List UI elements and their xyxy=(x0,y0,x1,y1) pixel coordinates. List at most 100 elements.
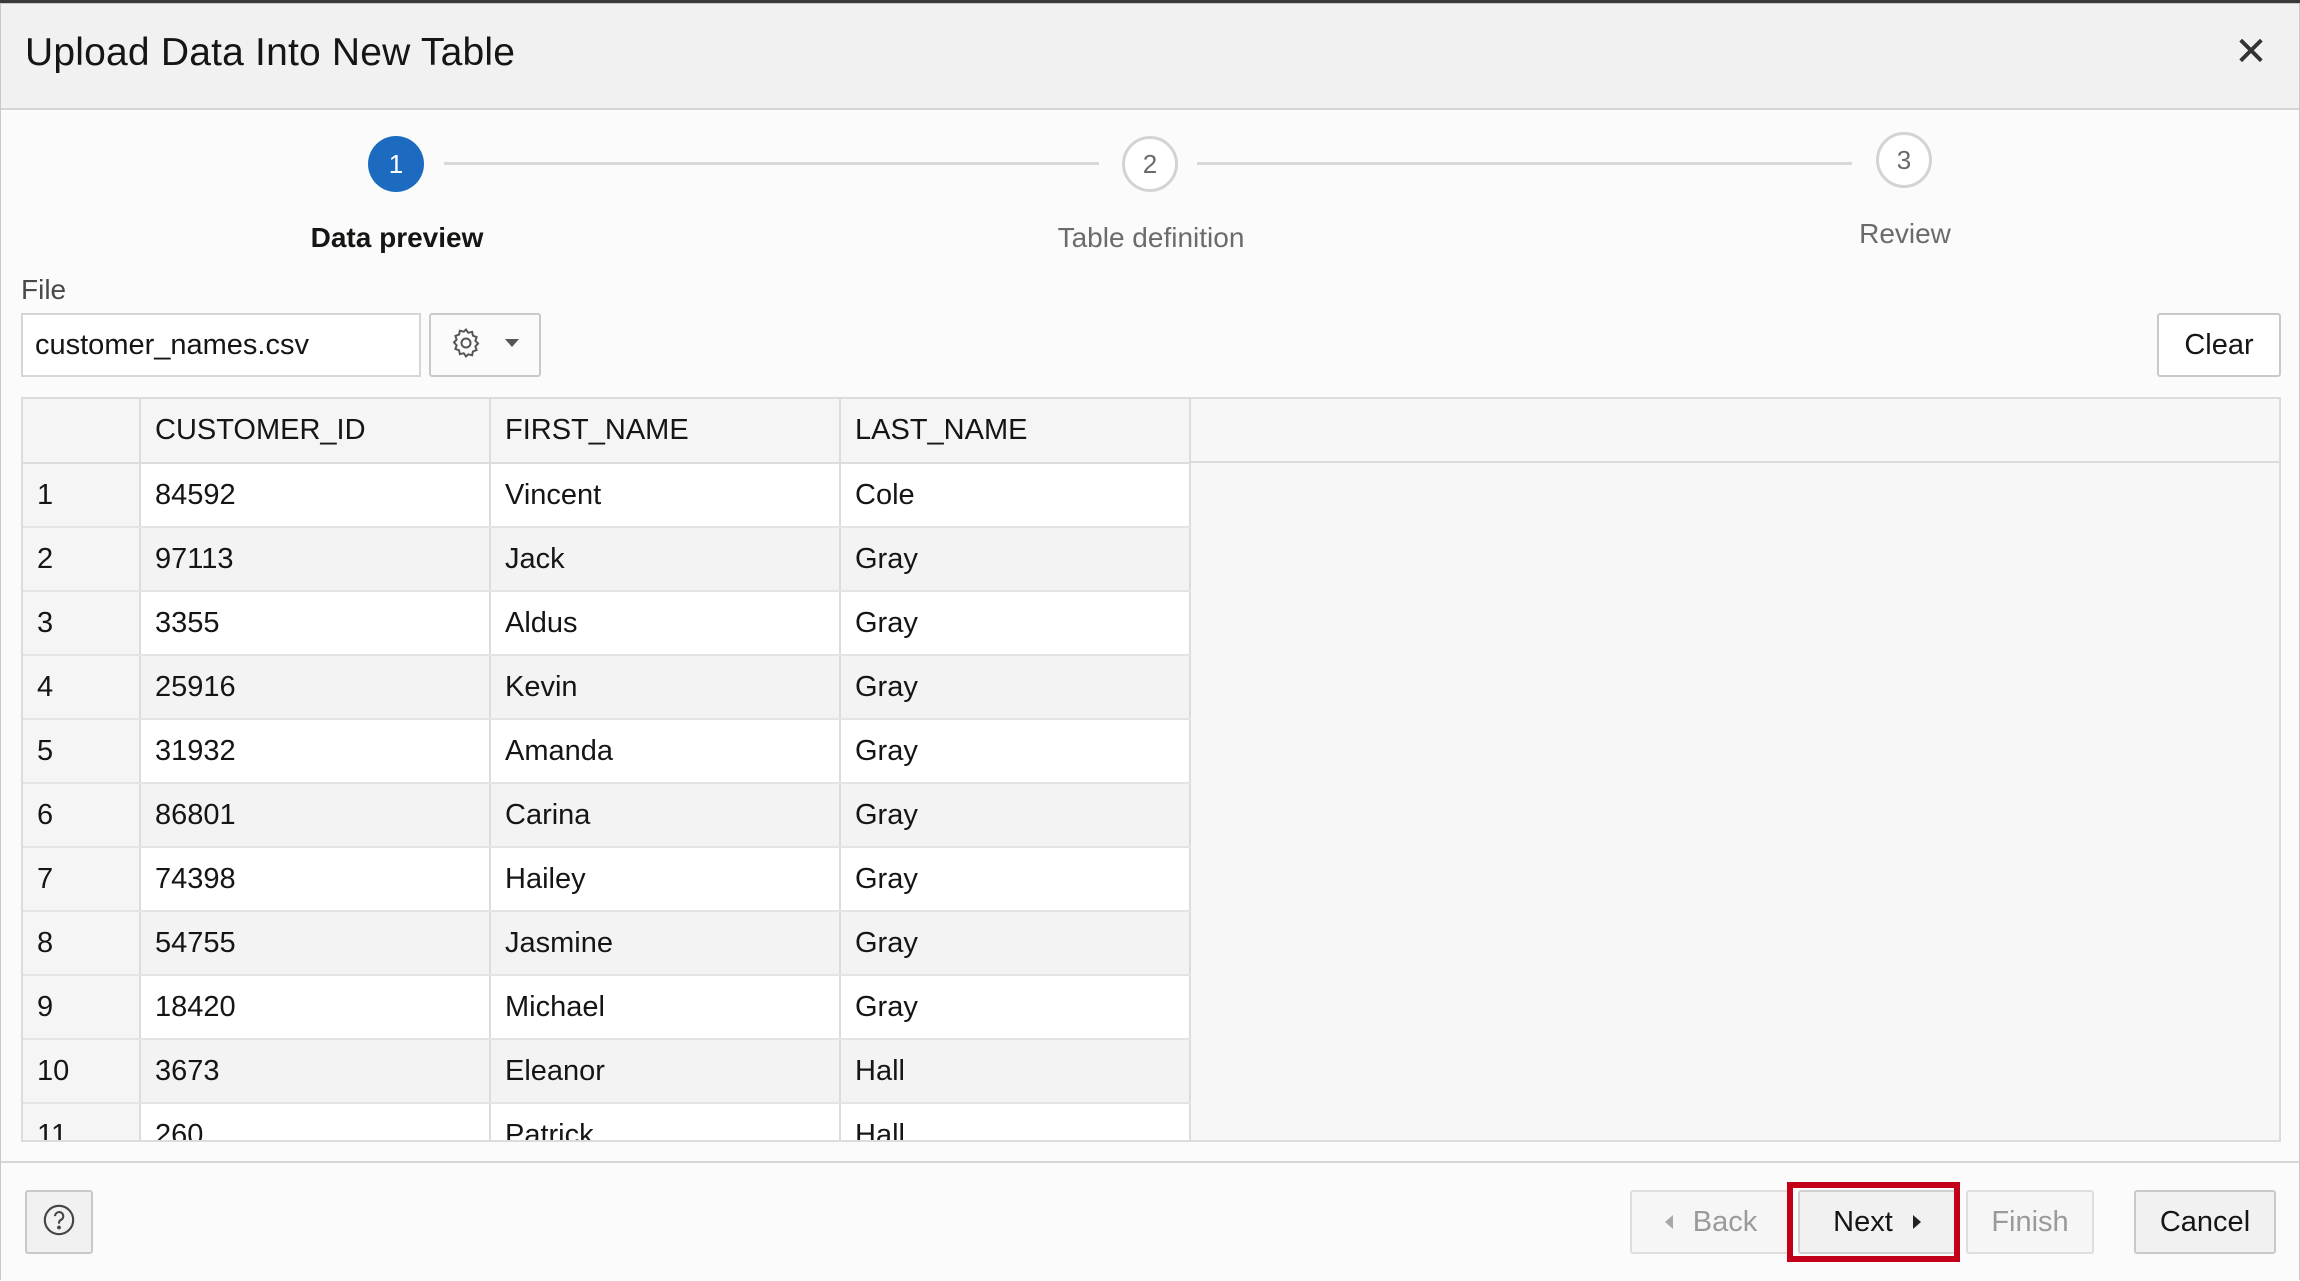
table-row: 4 25916 Kevin Gray xyxy=(23,655,1191,720)
table-cell[interactable]: Cole xyxy=(840,463,1191,528)
row-number-cell: 1 xyxy=(23,463,141,528)
step-2-label[interactable]: Table definition xyxy=(951,222,1351,254)
column-header[interactable]: CUSTOMER_ID xyxy=(140,399,491,464)
row-number-cell: 6 xyxy=(23,783,141,848)
table-cell[interactable]: Vincent xyxy=(490,463,841,528)
train-connector-2 xyxy=(1197,162,1852,165)
table-cell[interactable]: Gray xyxy=(840,591,1191,656)
dialog-header: Upload Data Into New Table ✕ xyxy=(1,4,2299,110)
table-row: 6 86801 Carina Gray xyxy=(23,783,1191,848)
close-icon: ✕ xyxy=(2234,30,2268,74)
data-preview-grid: CUSTOMER_ID FIRST_NAME LAST_NAME 1 84592 Vin… xyxy=(21,397,2281,1142)
table-cell[interactable]: Gray xyxy=(840,783,1191,848)
row-number-cell: 4 xyxy=(23,655,141,720)
table-cell[interactable]: Gray xyxy=(840,719,1191,784)
table-row: 5 31932 Amanda Gray xyxy=(23,719,1191,784)
table-cell[interactable]: Kevin xyxy=(490,655,841,720)
row-number-cell: 3 xyxy=(23,591,141,656)
close-button[interactable]: ✕ xyxy=(2231,32,2271,72)
row-number-cell: 5 xyxy=(23,719,141,784)
dialog-title: Upload Data Into New Table xyxy=(25,31,516,74)
table-row: 1 84592 Vincent Cole xyxy=(23,463,1191,528)
table-row: 2 97113 Jack Gray xyxy=(23,527,1191,592)
train-connector-1 xyxy=(444,162,1099,165)
file-settings-button[interactable] xyxy=(429,313,541,377)
file-name-field[interactable]: customer_names.csv xyxy=(21,313,421,377)
table-cell[interactable]: Hailey xyxy=(490,847,841,912)
table-cell[interactable]: 74398 xyxy=(140,847,491,912)
table-cell[interactable]: 54755 xyxy=(140,911,491,976)
row-number-cell: 8 xyxy=(23,911,141,976)
table-cell[interactable]: Gray xyxy=(840,847,1191,912)
row-number-cell: 10 xyxy=(23,1039,141,1104)
column-header[interactable]: LAST_NAME xyxy=(840,399,1191,464)
clear-button[interactable]: Clear xyxy=(2157,313,2281,377)
table-cell[interactable]: Jasmine xyxy=(490,911,841,976)
finish-button[interactable]: Finish xyxy=(1966,1190,2094,1254)
help-button[interactable] xyxy=(25,1190,93,1254)
table-row: 8 54755 Jasmine Gray xyxy=(23,911,1191,976)
table-cell[interactable]: Gray xyxy=(840,655,1191,720)
step-1-label[interactable]: Data preview xyxy=(197,222,597,254)
step-3-label[interactable]: Review xyxy=(1705,218,2105,250)
table-row: 7 74398 Hailey Gray xyxy=(23,847,1191,912)
table-cell[interactable]: 25916 xyxy=(140,655,491,720)
gear-icon xyxy=(449,326,483,365)
table-cell[interactable]: Carina xyxy=(490,783,841,848)
table-cell[interactable]: Michael xyxy=(490,975,841,1040)
row-number-cell: 11 xyxy=(23,1103,141,1140)
table-row: 11 260 Patrick Hall xyxy=(23,1103,1191,1140)
table-cell[interactable]: Gray xyxy=(840,911,1191,976)
table-cell[interactable]: 3673 xyxy=(140,1039,491,1104)
step-1-circle[interactable]: 1 xyxy=(368,136,424,192)
table-cell[interactable]: 260 xyxy=(140,1103,491,1140)
table-row: 10 3673 Eleanor Hall xyxy=(23,1039,1191,1104)
next-label: Next xyxy=(1833,1205,1893,1238)
table-cell[interactable]: 97113 xyxy=(140,527,491,592)
back-label: Back xyxy=(1692,1205,1758,1238)
grid-empty-area xyxy=(1190,399,2279,1140)
step-2-circle[interactable]: 2 xyxy=(1122,136,1178,192)
cancel-label: Cancel xyxy=(2159,1205,2251,1238)
caret-down-icon xyxy=(503,336,521,354)
step-2-number: 2 xyxy=(1142,148,1158,179)
next-button[interactable]: Next xyxy=(1798,1190,1958,1254)
table-cell[interactable]: Hall xyxy=(840,1103,1191,1140)
table-cell[interactable]: Hall xyxy=(840,1039,1191,1104)
step-3-circle[interactable]: 3 xyxy=(1876,132,1932,188)
cancel-button[interactable]: Cancel xyxy=(2134,1190,2276,1254)
column-header[interactable]: FIRST_NAME xyxy=(490,399,841,464)
file-label: File xyxy=(21,274,67,305)
help-icon xyxy=(42,1203,76,1242)
table-row: 9 18420 Michael Gray xyxy=(23,975,1191,1040)
row-number-header xyxy=(23,399,141,464)
step-3-number: 3 xyxy=(1896,144,1912,175)
table-cell[interactable]: Amanda xyxy=(490,719,841,784)
row-number-cell: 2 xyxy=(23,527,141,592)
table-cell[interactable]: 18420 xyxy=(140,975,491,1040)
table-cell[interactable]: Eleanor xyxy=(490,1039,841,1104)
back-button[interactable]: Back xyxy=(1630,1190,1790,1254)
table-header-row: CUSTOMER_ID FIRST_NAME LAST_NAME xyxy=(23,399,1191,464)
table-cell[interactable]: 86801 xyxy=(140,783,491,848)
grid-empty-header xyxy=(1190,399,2279,463)
dialog-footer: Back Next Finish Cancel xyxy=(1,1161,2299,1281)
table-cell[interactable]: Gray xyxy=(840,527,1191,592)
step-train: 1 Data preview 2 Table definition 3 Revi… xyxy=(1,110,2299,270)
step-1-number: 1 xyxy=(388,148,404,179)
table-cell[interactable]: Jack xyxy=(490,527,841,592)
table-cell[interactable]: 84592 xyxy=(140,463,491,528)
finish-label: Finish xyxy=(1991,1205,2069,1238)
row-number-cell: 7 xyxy=(23,847,141,912)
caret-left-icon xyxy=(1663,1206,1675,1239)
table-cell[interactable]: Patrick xyxy=(490,1103,841,1140)
table-row: 3 3355 Aldus Gray xyxy=(23,591,1191,656)
data-preview-table: CUSTOMER_ID FIRST_NAME LAST_NAME 1 84592 Vin… xyxy=(23,399,1191,1140)
table-cell[interactable]: 31932 xyxy=(140,719,491,784)
table-cell[interactable]: Aldus xyxy=(490,591,841,656)
table-cell[interactable]: 3355 xyxy=(140,591,491,656)
upload-dialog: Upload Data Into New Table ✕ 1 Data prev… xyxy=(0,3,2300,1281)
row-number-cell: 9 xyxy=(23,975,141,1040)
caret-right-icon xyxy=(1911,1206,1923,1239)
table-cell[interactable]: Gray xyxy=(840,975,1191,1040)
